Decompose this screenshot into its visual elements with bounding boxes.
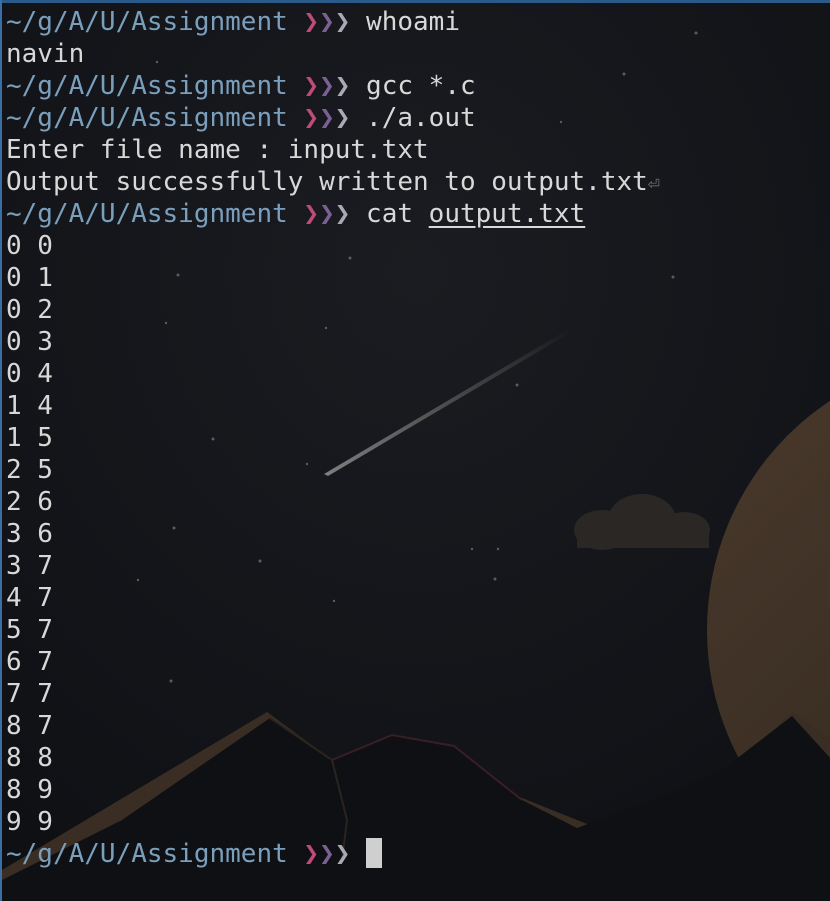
output-text: 8 7 xyxy=(6,711,53,741)
prompt-arrows: ❯❯❯ xyxy=(303,7,350,37)
prompt-arrow-icon: ❯ xyxy=(319,7,335,37)
command-text: gcc *.c xyxy=(366,71,476,101)
output-line: 3 7 xyxy=(6,550,830,582)
prompt-line: ~/g/A/U/Assignment ❯❯❯ cat output.txt xyxy=(6,198,830,230)
no-newline-icon: ⏎ xyxy=(647,171,660,195)
prompt-line: ~/g/A/U/Assignment ❯❯❯ xyxy=(6,838,830,870)
prompt-arrow-icon: ❯ xyxy=(319,103,335,133)
output-text: 1 5 xyxy=(6,423,53,453)
output-text: 3 6 xyxy=(6,519,53,549)
prompt-arrow-icon: ❯ xyxy=(303,71,320,101)
window-top-border xyxy=(2,0,830,3)
command-text: ./a.out xyxy=(366,103,476,133)
output-text: 3 7 xyxy=(6,551,53,581)
prompt-line: ~/g/A/U/Assignment ❯❯❯ gcc *.c xyxy=(6,70,830,102)
output-line: 6 7 xyxy=(6,646,830,678)
output-line: 2 6 xyxy=(6,486,830,518)
output-text: 0 2 xyxy=(6,295,53,325)
prompt-arrow-icon: ❯ xyxy=(303,103,320,133)
output-line: 4 7 xyxy=(6,582,830,614)
command-argument[interactable]: output.txt xyxy=(429,199,586,229)
output-line: 2 5 xyxy=(6,454,830,486)
prompt-arrow-icon: ❯ xyxy=(303,199,320,229)
output-line: 1 5 xyxy=(6,422,830,454)
output-line: 8 7 xyxy=(6,710,830,742)
prompt-path: ~/g/A/U/Assignment xyxy=(6,199,288,229)
prompt-arrow-icon: ❯ xyxy=(334,103,351,133)
output-text: 2 5 xyxy=(6,455,53,485)
output-text: 8 8 xyxy=(6,743,53,773)
output-text: 7 7 xyxy=(6,679,53,709)
prompt-line: ~/g/A/U/Assignment ❯❯❯ ./a.out xyxy=(6,102,830,134)
prompt-path: ~/g/A/U/Assignment xyxy=(6,103,288,133)
terminal-window[interactable]: ~/g/A/U/Assignment ❯❯❯ whoami navin ~/g/A/… xyxy=(0,0,830,901)
output-line: Output successfully written to output.tx… xyxy=(6,166,830,198)
output-text: 2 6 xyxy=(6,487,53,517)
output-line: 5 7 xyxy=(6,614,830,646)
output-text: 0 0 xyxy=(6,231,53,261)
prompt-arrows: ❯❯❯ xyxy=(303,839,350,869)
prompt-arrow-icon: ❯ xyxy=(334,71,351,101)
prompt-path: ~/g/A/U/Assignment xyxy=(6,839,288,869)
prompt-arrow-icon: ❯ xyxy=(334,839,351,869)
output-text: 0 1 xyxy=(6,263,53,293)
prompt-arrow-icon: ❯ xyxy=(319,71,335,101)
output-text: Enter file name : input.txt xyxy=(6,135,429,165)
prompt-line: ~/g/A/U/Assignment ❯❯❯ whoami xyxy=(6,6,830,38)
output-line: 9 9 xyxy=(6,806,830,838)
prompt-arrows: ❯❯❯ xyxy=(303,71,350,101)
output-text: 6 7 xyxy=(6,647,53,677)
terminal-output[interactable]: ~/g/A/U/Assignment ❯❯❯ whoami navin ~/g/A/… xyxy=(6,6,830,870)
output-text: 0 4 xyxy=(6,359,53,389)
output-line: 0 1 xyxy=(6,262,830,294)
prompt-arrow-icon: ❯ xyxy=(303,7,320,37)
prompt-arrow-icon: ❯ xyxy=(334,199,351,229)
prompt-arrow-icon: ❯ xyxy=(334,7,351,37)
command-text: cat xyxy=(366,199,429,229)
output-line: navin xyxy=(6,38,830,70)
output-line: 8 9 xyxy=(6,774,830,806)
output-line: 0 0 xyxy=(6,230,830,262)
output-text: navin xyxy=(6,39,85,69)
output-line: 0 3 xyxy=(6,326,830,358)
command-text: whoami xyxy=(366,7,460,37)
output-line: 0 4 xyxy=(6,358,830,390)
output-text: 9 9 xyxy=(6,807,53,837)
output-line: 1 4 xyxy=(6,390,830,422)
output-text: 0 3 xyxy=(6,327,53,357)
output-text: 8 9 xyxy=(6,775,53,805)
output-text: 4 7 xyxy=(6,583,53,613)
prompt-arrows: ❯❯❯ xyxy=(303,103,350,133)
output-line: 3 6 xyxy=(6,518,830,550)
prompt-path: ~/g/A/U/Assignment xyxy=(6,7,288,37)
prompt-arrows: ❯❯❯ xyxy=(303,199,350,229)
output-line: 7 7 xyxy=(6,678,830,710)
prompt-arrow-icon: ❯ xyxy=(303,839,320,869)
output-text: 1 4 xyxy=(6,391,53,421)
prompt-arrow-icon: ❯ xyxy=(319,839,335,869)
output-line: 0 2 xyxy=(6,294,830,326)
text-cursor[interactable] xyxy=(366,838,383,868)
output-line: Enter file name : input.txt xyxy=(6,134,830,166)
output-text: Output successfully written to output.tx… xyxy=(6,167,648,197)
output-text: 5 7 xyxy=(6,615,53,645)
output-line: 8 8 xyxy=(6,742,830,774)
prompt-path: ~/g/A/U/Assignment xyxy=(6,71,288,101)
prompt-arrow-icon: ❯ xyxy=(319,199,335,229)
